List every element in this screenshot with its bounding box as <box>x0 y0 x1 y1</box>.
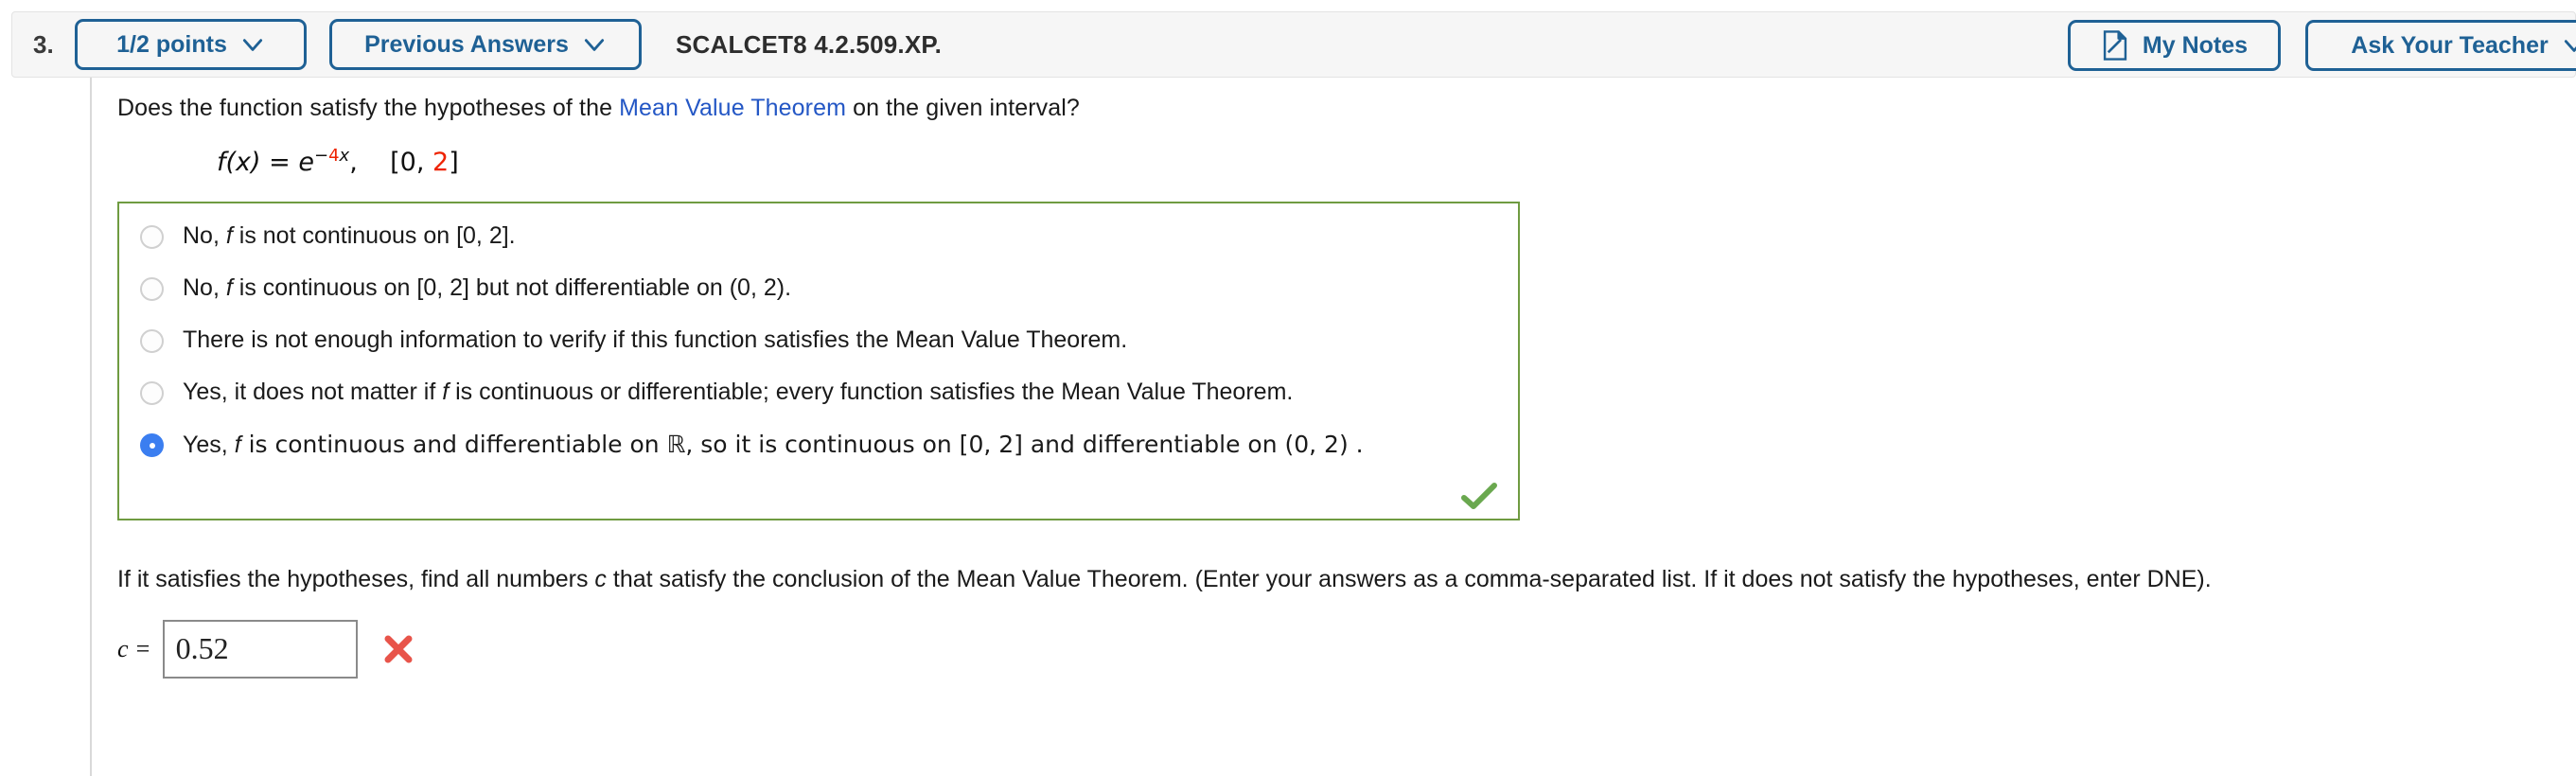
points-label: 1/2 points <box>116 30 227 58</box>
c-equals-label: c = <box>117 634 151 662</box>
exponent-sign: − <box>313 146 329 167</box>
question-content: Does the function satisfy the hypotheses… <box>117 91 2540 679</box>
function-formula: f(x) = e−4x, [0, 2] <box>217 146 2540 177</box>
option-5-label: Yes, f is continuous and differentiable … <box>183 429 1364 462</box>
radio-option-5[interactable] <box>140 433 164 458</box>
correct-check-icon <box>1461 483 1497 511</box>
option-4-label: Yes, it does not matter if f is continuo… <box>183 377 1293 409</box>
chevron-down-icon <box>2562 33 2576 58</box>
answer-input-row: c = <box>117 619 2540 679</box>
option-row[interactable]: There is not enough information to verif… <box>119 325 1518 377</box>
option-5-text-italic: f <box>234 432 241 459</box>
multiple-choice-answer-box: No, f is not continuous on [0, 2]. No, f… <box>117 202 1520 521</box>
c-answer-input[interactable] <box>162 619 358 679</box>
interval-close: ] <box>449 148 459 178</box>
left-divider <box>90 78 92 776</box>
tail-text-a: If it satisfies the hypotheses, find all… <box>117 566 595 593</box>
option-row[interactable]: No, f is continuous on [0, 2] but not di… <box>119 273 1518 325</box>
option-row[interactable]: Yes, f is continuous and differentiable … <box>119 429 1518 481</box>
option-1-text-italic: f <box>225 222 233 250</box>
option-4-text-b: is continuous or differentiable; every f… <box>449 379 1294 406</box>
formula-exponent: −4x <box>314 146 349 166</box>
radio-option-1[interactable] <box>140 225 164 250</box>
tail-italic-c: c <box>594 566 607 593</box>
option-2-text-b: is continuous on [0, 2] but not differen… <box>232 274 792 302</box>
ask-your-teacher-button[interactable]: Ask Your Teacher <box>2305 20 2576 71</box>
ask-your-teacher-label: Ask Your Teacher <box>2351 31 2549 59</box>
option-5-text-b: is continuous and differentiable on ℝ, s… <box>240 431 1364 459</box>
tail-text-b: that satisfy the conclusion of the Mean … <box>606 566 2212 593</box>
option-2-text-a: No, <box>183 274 226 302</box>
note-document-icon <box>2101 29 2129 62</box>
my-notes-button[interactable]: My Notes <box>2068 20 2281 71</box>
chevron-down-icon <box>240 32 265 57</box>
mean-value-theorem-link[interactable]: Mean Value Theorem <box>619 95 846 121</box>
interval-open: [0, <box>390 148 433 178</box>
question-prompt: Does the function satisfy the hypotheses… <box>117 91 2540 125</box>
option-1-label: No, f is not continuous on [0, 2]. <box>183 220 516 253</box>
my-notes-label: My Notes <box>2142 31 2249 59</box>
interval-endpoint: 2 <box>432 148 450 178</box>
question-header-bar: 3. 1/2 points Previous Answers SCALCET8 … <box>11 11 2576 78</box>
question-page: 3. 1/2 points Previous Answers SCALCET8 … <box>0 0 2576 776</box>
previous-answers-button[interactable]: Previous Answers <box>329 19 642 70</box>
textbook-reference-code: SCALCET8 4.2.509.XP. <box>676 29 942 59</box>
followup-instructions: If it satisfies the hypotheses, find all… <box>117 562 2493 596</box>
incorrect-x-icon <box>382 633 415 665</box>
option-1-text-b: is not continuous on [0, 2]. <box>232 222 516 250</box>
prompt-text-after: on the given interval? <box>846 95 1080 121</box>
option-row[interactable]: No, f is not continuous on [0, 2]. <box>119 220 1518 273</box>
formula-equals: = <box>260 148 299 178</box>
formula-variable: (x) <box>225 148 261 178</box>
formula-comma: , <box>349 148 358 178</box>
radio-option-4[interactable] <box>140 381 164 406</box>
option-3-text-a: There is not enough information to verif… <box>183 326 1128 354</box>
exponent-variable: x <box>339 146 350 167</box>
radio-option-2[interactable] <box>140 277 164 302</box>
radio-option-3[interactable] <box>140 329 164 354</box>
prompt-text-before: Does the function satisfy the hypotheses… <box>117 95 620 121</box>
exponent-coefficient: 4 <box>328 146 340 167</box>
option-5-text-a: Yes, <box>183 432 235 459</box>
question-number: 3. <box>33 29 54 59</box>
formula-base: e <box>298 148 314 178</box>
formula-function-name: f <box>217 148 226 178</box>
option-4-text-a: Yes, it does not matter if <box>183 379 443 406</box>
points-button[interactable]: 1/2 points <box>75 19 307 70</box>
option-row[interactable]: Yes, it does not matter if f is continuo… <box>119 377 1518 429</box>
option-3-label: There is not enough information to verif… <box>183 325 1127 357</box>
chevron-down-icon <box>582 32 607 57</box>
option-2-text-italic: f <box>225 274 233 302</box>
header-actions: My Notes Ask Your Teacher <box>2068 20 2576 71</box>
option-2-label: No, f is continuous on [0, 2] but not di… <box>183 273 791 305</box>
previous-answers-label: Previous Answers <box>364 30 569 58</box>
option-1-text-a: No, <box>183 222 226 250</box>
